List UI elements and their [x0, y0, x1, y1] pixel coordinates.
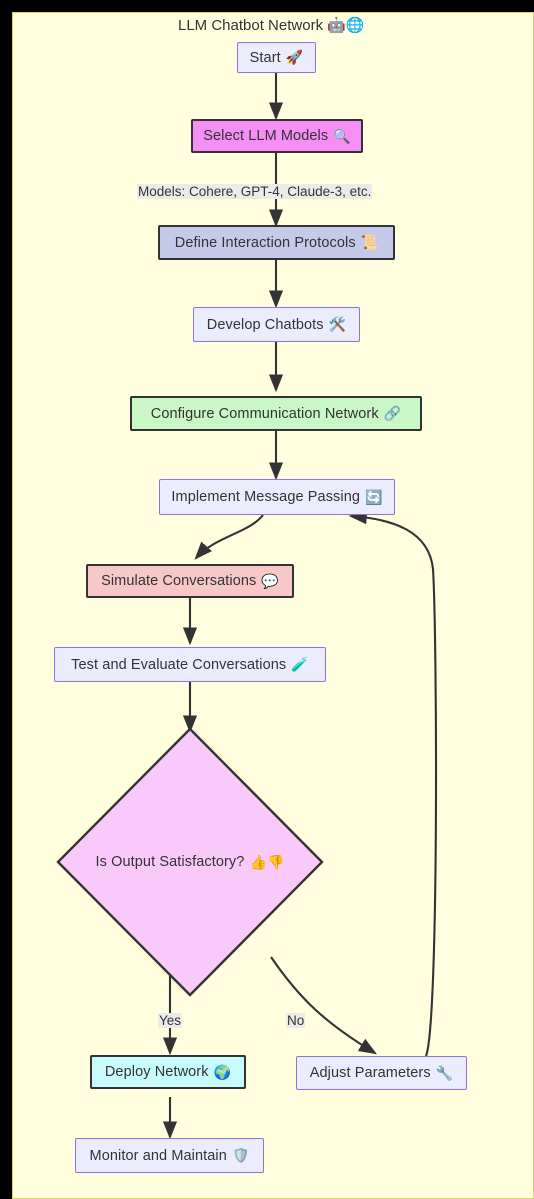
node-select-llm-models[interactable]: Select LLM Models 🔍 [191, 119, 363, 153]
node-start[interactable]: Start 🚀 [237, 42, 316, 73]
node-start-label: Start [249, 49, 281, 66]
node-adjust-parameters-label: Adjust Parameters [309, 1065, 431, 1081]
diagram-frame: LLM Chatbot Network 🤖🌐 Start 🚀 Select LL… [12, 12, 534, 1199]
edge-label-models: Models: Cohere, GPT-4, Claude-3, etc. [137, 184, 373, 199]
node-test-and-evaluate-conversations[interactable]: Test and Evaluate Conversations 🧪 [54, 647, 326, 682]
tools-icon: 🛠️ [328, 316, 347, 332]
speech-bubble-icon: 💬 [261, 572, 279, 589]
thumbs-icon: 👍👎 [249, 853, 285, 870]
wrench-icon: 🔧 [435, 1064, 454, 1081]
rocket-icon: 🚀 [285, 49, 304, 65]
node-define-interaction-protocols-label: Define Interaction Protocols [174, 234, 356, 251]
edge-label-yes: Yes [158, 1013, 183, 1028]
node-develop-chatbots-label: Develop Chatbots [206, 316, 324, 333]
node-select-llm-models-label: Select LLM Models [203, 128, 329, 144]
node-test-and-evaluate-conversations-label: Test and Evaluate Conversations [71, 656, 287, 673]
node-is-output-satisfactory[interactable]: Is Output Satisfactory? 👍👎 [55, 726, 325, 998]
node-deploy-network[interactable]: Deploy Network 🌍 [90, 1055, 246, 1089]
node-monitor-and-maintain[interactable]: Monitor and Maintain 🛡️ [75, 1138, 264, 1173]
node-implement-message-passing-label: Implement Message Passing [171, 489, 361, 505]
node-configure-communication-network[interactable]: Configure Communication Network 🔗 [130, 396, 422, 431]
edge-messaging-simulate [194, 514, 264, 560]
globe-icon: 🌍 [213, 1063, 232, 1080]
shield-icon: 🛡️ [231, 1147, 250, 1163]
diagram-title: LLM Chatbot Network 🤖🌐 [178, 17, 365, 34]
node-deploy-network-label: Deploy Network [104, 1064, 209, 1080]
magnifier-icon: 🔍 [333, 127, 351, 144]
node-adjust-parameters[interactable]: Adjust Parameters 🔧 [296, 1056, 467, 1090]
node-implement-message-passing[interactable]: Implement Message Passing 🔄 [159, 479, 395, 515]
node-define-interaction-protocols[interactable]: Define Interaction Protocols 📜 [158, 225, 395, 260]
node-simulate-conversations[interactable]: Simulate Conversations 💬 [86, 564, 294, 598]
test-tube-icon: 🧪 [291, 656, 309, 672]
scroll-icon: 📜 [360, 234, 379, 250]
link-icon: 🔗 [383, 405, 402, 421]
refresh-icon: 🔄 [365, 488, 383, 505]
node-monitor-and-maintain-label: Monitor and Maintain [89, 1147, 227, 1164]
node-simulate-conversations-label: Simulate Conversations [101, 573, 257, 589]
node-develop-chatbots[interactable]: Develop Chatbots 🛠️ [193, 307, 360, 342]
node-configure-communication-network-label: Configure Communication Network [150, 405, 379, 422]
edge-label-no: No [286, 1013, 306, 1028]
edge-adjust-messaging [348, 510, 438, 1057]
node-is-output-satisfactory-label: Is Output Satisfactory? [95, 854, 245, 870]
diagram-canvas: LLM Chatbot Network 🤖🌐 Start 🚀 Select LL… [0, 0, 534, 1199]
